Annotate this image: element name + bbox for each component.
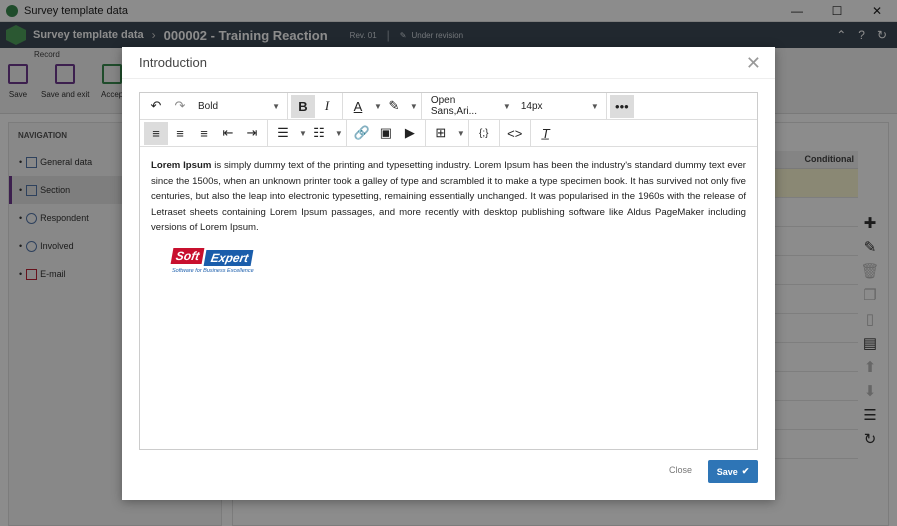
toolbar-divider [529,119,531,147]
toolbar-divider [287,92,288,120]
toolbar-divider [605,92,607,120]
save-button-label: Save [716,466,738,477]
softexpert-logo: Soft Expert Software for Business Excell… [170,246,276,280]
font-family-select[interactable]: Open Sans,Ari... ▼ [425,95,515,118]
logo-word-expert: Expert [203,250,254,266]
toolbar-divider [342,92,343,120]
bullet-list-icon[interactable]: ☰ [271,122,295,145]
toolbar-divider [467,119,469,147]
toolbar-divider [267,119,268,147]
logo-tagline: Software for Business Excellence [172,268,254,274]
image-icon[interactable]: ▣ [374,122,398,145]
clear-formatting-icon[interactable]: T̲ [534,122,558,145]
logo-word-soft: Soft [170,248,205,264]
text-color-button[interactable]: A [346,95,370,118]
block-style-select[interactable]: Bold ▼ [192,95,284,118]
toolbar-divider [498,119,500,147]
rich-text-editor: ↶ ↷ Bold ▼ B I A ▼ ✎ ▼ Open Sans,Ari... … [139,92,758,450]
dialog-title: Introduction [139,55,207,70]
font-family-value: Open Sans,Ari... [430,95,477,117]
editor-content[interactable]: Lorem Ipsum is simply dummy text of the … [140,147,757,236]
introduction-dialog: Introduction ✕ ↶ ↷ Bold ▼ B I A ▼ ✎ ▼ Op… [122,47,775,500]
align-right-icon[interactable]: ≡ [192,122,216,145]
align-left-icon[interactable]: ≡ [144,121,168,145]
bold-button[interactable]: B [291,94,315,118]
save-button[interactable]: Save ✔ [708,460,758,483]
source-code-icon[interactable]: <> [503,122,527,145]
chevron-down-icon: ▼ [502,101,511,111]
numbered-list-icon[interactable]: ☷ [307,122,331,145]
italic-button[interactable]: I [315,95,339,118]
link-icon[interactable]: 🔗 [350,122,374,145]
chevron-down-icon: ▼ [272,101,280,111]
more-options-icon[interactable]: ••• [609,94,634,118]
chevron-down-icon: ▼ [590,101,599,111]
chevron-down-icon[interactable]: ▼ [299,129,307,138]
chevron-down-icon[interactable]: ▼ [374,102,382,111]
close-icon[interactable]: ✕ [746,53,761,74]
outdent-icon[interactable]: ⇤ [216,122,240,145]
table-icon[interactable]: ⊞ [429,122,453,145]
dialog-header: Introduction [122,47,775,79]
indent-icon[interactable]: ⇥ [240,122,264,145]
highlight-color-button[interactable]: ✎ [382,95,406,118]
media-icon[interactable]: ▶ [398,122,422,145]
variables-icon[interactable]: {;} [472,122,496,145]
bold-lead-text: Lorem Ipsum [151,160,212,171]
close-button[interactable]: Close [669,465,692,475]
chevron-down-icon[interactable]: ▼ [335,129,343,138]
paragraph-text: is simply dummy text of the printing and… [151,160,746,233]
toolbar-divider [424,119,426,147]
undo-icon[interactable]: ↶ [144,95,168,118]
editor-toolbar-row-2: ≡ ≡ ≡ ⇤ ⇥ ☰ ▼ ☷ ▼ 🔗 ▣ ▶ ⊞ ▼ {;} <> T̲ [140,119,757,147]
editor-toolbar-row-1: ↶ ↷ Bold ▼ B I A ▼ ✎ ▼ Open Sans,Ari... … [140,92,757,120]
checkmark-icon: ✔ [741,466,750,476]
toolbar-divider [420,92,422,120]
font-size-value: 14px [520,100,543,112]
align-center-icon[interactable]: ≡ [168,122,192,145]
chevron-down-icon[interactable]: ▼ [410,102,418,111]
block-style-value: Bold [198,100,219,112]
font-size-select[interactable]: 14px ▼ [515,95,603,118]
chevron-down-icon[interactable]: ▼ [457,129,465,138]
toolbar-divider [345,119,347,147]
redo-icon[interactable]: ↷ [168,95,192,118]
